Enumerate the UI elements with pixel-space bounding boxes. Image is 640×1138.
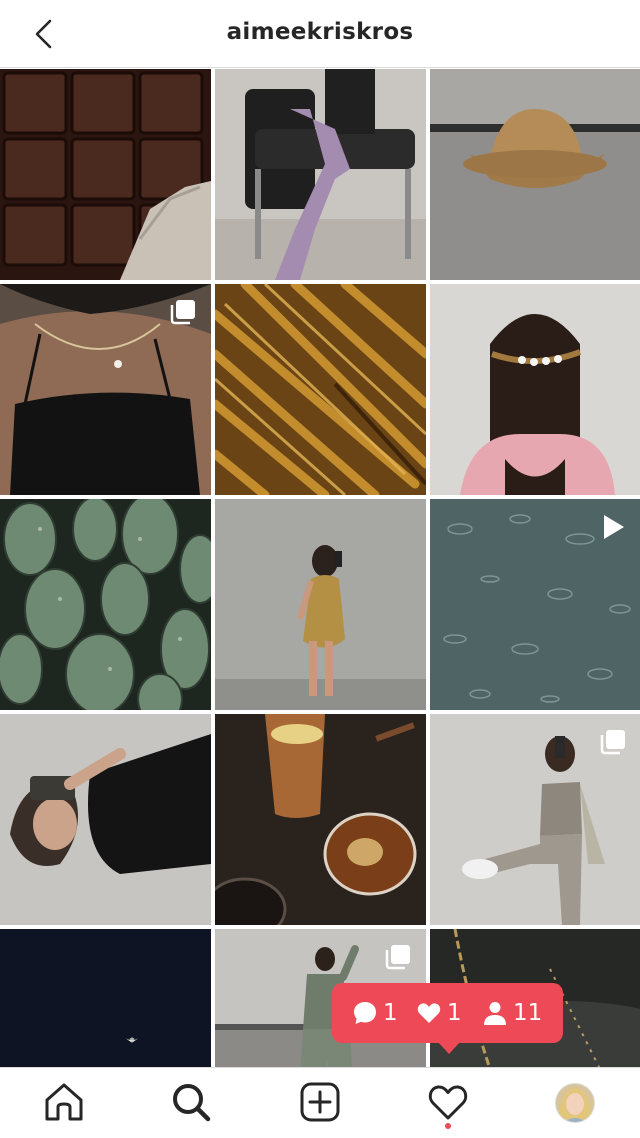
post-image bbox=[0, 714, 211, 925]
activity-heart-icon[interactable] bbox=[426, 1080, 470, 1124]
multiple-posts-icon bbox=[170, 300, 195, 325]
post-tile-black-top[interactable] bbox=[0, 284, 211, 495]
activity-notification[interactable]: 1 1 11 bbox=[332, 983, 563, 1054]
post-image bbox=[0, 69, 211, 280]
post-image bbox=[0, 929, 211, 1067]
post-image bbox=[215, 499, 426, 710]
post-tile-mustard-dress[interactable] bbox=[215, 499, 426, 710]
post-image bbox=[0, 499, 211, 710]
follows-count: 11 bbox=[513, 1000, 543, 1026]
post-tile-chair[interactable] bbox=[215, 69, 426, 280]
notification-comments: 1 bbox=[352, 998, 398, 1028]
post-tile-moon[interactable] bbox=[0, 929, 211, 1067]
heart-icon bbox=[417, 1003, 441, 1023]
likes-count: 1 bbox=[447, 1000, 462, 1026]
person-icon bbox=[484, 1002, 506, 1025]
post-tile-lying-selfie[interactable] bbox=[0, 714, 211, 925]
top-bar: aimeekriskros bbox=[0, 0, 640, 68]
post-tile-rain[interactable] bbox=[430, 499, 640, 710]
notification-likes: 1 bbox=[416, 998, 462, 1028]
post-image bbox=[215, 69, 426, 280]
post-tile-hair-clip[interactable] bbox=[430, 284, 640, 495]
play-icon bbox=[604, 515, 624, 539]
search-icon[interactable] bbox=[169, 1080, 213, 1124]
add-post-icon[interactable] bbox=[298, 1080, 342, 1124]
post-image bbox=[430, 284, 640, 495]
post-tile-chocolate[interactable] bbox=[0, 69, 211, 280]
post-tile-cactus[interactable] bbox=[0, 499, 211, 710]
home-icon[interactable] bbox=[42, 1080, 86, 1124]
post-image bbox=[430, 69, 640, 280]
bottom-tab-bar bbox=[0, 1067, 640, 1138]
comment-icon bbox=[354, 1002, 376, 1024]
profile-avatar[interactable] bbox=[554, 1082, 596, 1124]
comments-count: 1 bbox=[383, 1000, 398, 1026]
notification-follows: 11 bbox=[482, 998, 542, 1028]
multiple-posts-icon bbox=[385, 945, 410, 970]
post-image bbox=[215, 284, 426, 495]
post-image bbox=[215, 714, 426, 925]
activity-indicator-dot bbox=[445, 1123, 451, 1129]
profile-username: aimeekriskros bbox=[226, 19, 414, 45]
notification-pointer bbox=[437, 1041, 461, 1054]
post-tile-hat[interactable] bbox=[430, 69, 640, 280]
multiple-posts-icon bbox=[600, 730, 625, 755]
post-tile-drinks[interactable] bbox=[215, 714, 426, 925]
post-tile-activewear[interactable] bbox=[430, 714, 640, 925]
post-tile-palm[interactable] bbox=[215, 284, 426, 495]
posts-grid bbox=[0, 69, 640, 1067]
